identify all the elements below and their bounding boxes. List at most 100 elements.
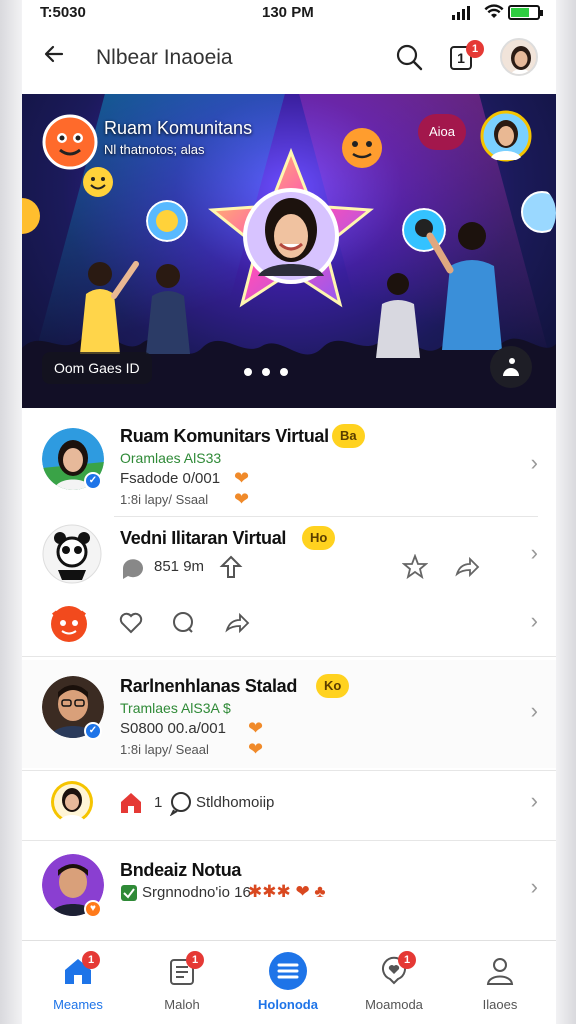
action-row: › [22,598,556,650]
nav-badge: 1 [186,951,204,969]
battery-icon [508,5,543,20]
divider [22,770,556,771]
avatar [51,781,93,824]
hero-banner[interactable]: Ruam Komunitans Nl thatnotos; alas Aioa [22,94,556,408]
nav-label: Moamoda [365,997,423,1012]
signal-icon [452,6,470,20]
item-name: Ruam Komunitars Virtual [120,426,329,446]
user-menu-button[interactable] [490,346,532,388]
nav-item-profile[interactable]: Ilaoes [460,955,540,1017]
page-title: Nlbear Inaoeia [96,46,233,69]
person-icon [486,958,514,985]
item-tag: Ho [302,526,336,550]
chevron-right-icon[interactable]: › [531,874,538,900]
item-subtitle: Oramlaes AlS33 [120,450,222,466]
chevron-right-icon[interactable]: › [531,608,538,634]
notification-badge: 1 [466,40,484,58]
mascot-sticker [42,114,98,170]
share-icon[interactable] [224,610,250,636]
chevron-right-icon[interactable]: › [531,540,538,566]
app-screen: T:5030 130 PM Nlbear Inaoeia 1 1 Ruam Ko [22,0,556,1024]
hero-subtitle: Nl thatnotos; alas [104,142,205,157]
nav-item-messages[interactable]: 1 Moamoda [354,951,434,1017]
emoji-sticker [22,198,40,234]
list-item[interactable]: 1 Stldhomoiip › [22,772,556,836]
device-edge-left [0,0,22,1024]
comment-icon[interactable] [120,556,146,582]
item-meta: Srgnnodno'io 16 [142,884,251,901]
heart-sticker-icon: ❤❤ [234,468,250,509]
emoji-sticker [521,191,556,233]
heart-sticker-icon: ❤❤ [248,718,264,759]
nav-item-center[interactable]: Holonoda [248,952,328,1017]
avatar [42,524,102,584]
item-count: 1 [154,794,163,811]
hero-title: Ruam Komunitans [104,118,253,138]
host-avatar[interactable] [480,110,532,162]
status-left-time: T:5030 [40,4,86,21]
status-clock: 130 PM [262,4,314,21]
verified-badge-icon: ✓ [84,472,102,490]
list-item[interactable]: ✓ Ruam Komunitars Virtual Ba Oramlaes Al… [22,414,556,518]
item-tag: Ba [332,424,365,448]
comment-icon[interactable] [170,610,196,636]
profile-avatar[interactable] [500,38,538,76]
divider [114,516,538,517]
emoji-sticker [146,200,188,242]
item-meta: Fsadode 0/001 [120,470,221,487]
dancer-figure [426,222,502,350]
emoji-stickers-icon: ✱✱✱ ❤ ♣ [248,882,326,901]
nav-label: Meames [53,997,103,1012]
dancer-figure [376,273,420,358]
nav-label: Ilaoes [482,997,518,1012]
item-name: Rarlnenhlanas Stalad [120,676,298,696]
item-meta-secondary: 1:8i lapy/ Ssaal [120,492,209,507]
nav-label: Holonoda [258,997,318,1012]
check-box-icon [121,885,137,901]
nav-label: Maloh [164,997,200,1012]
share-icon[interactable] [218,554,244,580]
nav-item-home[interactable]: 1 Meames [38,951,118,1017]
bottom-navigation: 1 Meames 1 Maloh Holonoda 1 Moamoda Ilao… [22,940,556,1024]
star-icon[interactable] [402,554,428,580]
dancer-figure [146,264,190,354]
emoji-sticker [83,167,113,197]
item-meta: 851 9m [154,558,205,575]
hero-chip[interactable]: Oom Gaes ID [42,352,152,384]
item-name: Bndeaiz Notua [120,860,242,880]
wifi-icon [484,4,504,24]
like-icon[interactable] [118,610,144,636]
nav-badge: 1 [398,951,416,969]
app-header: Nlbear Inaoeia 1 1 [22,30,556,88]
status-bar: T:5030 130 PM [22,0,556,28]
chevron-right-icon[interactable]: › [531,788,538,814]
dancer-figure [80,261,139,354]
item-label: Stldhomoiip [196,794,275,811]
home-icon [121,793,141,813]
item-meta: S0800 00.a/001 [120,720,226,737]
chevron-right-icon[interactable]: › [531,450,538,476]
item-meta-secondary: 1:8i lapy/ Seaal [120,742,209,757]
notification-button[interactable]: 1 1 [448,40,484,74]
list-item[interactable]: ✓ Rarlnenhlanas Stalad Ko Tramlaes AlS3A… [22,660,556,768]
divider [22,840,556,841]
hero-pill[interactable]: Aioa [418,114,466,150]
comment-icon [169,792,191,816]
mascot-icon [51,606,87,642]
nav-item-match[interactable]: 1 Maloh [142,951,222,1017]
item-subtitle: Tramlaes AlS3A $ [120,700,231,716]
search-icon[interactable] [394,42,424,72]
list-item[interactable]: ♥ Bndeaiz Notua Srgnnodno'io 16 ✱✱✱ ❤ ♣ … [22,842,556,934]
back-arrow-icon[interactable] [42,42,66,73]
device-edge-right [556,0,576,1024]
verified-badge-icon: ✓ [84,722,102,740]
list-item[interactable]: Vedni Ilitaran Virtual Ho 851 9m › [22,518,556,594]
carousel-dots[interactable] [244,368,288,376]
forward-icon[interactable] [454,554,480,580]
chevron-right-icon[interactable]: › [531,698,538,724]
item-name: Vedni Ilitaran Virtual [120,528,287,548]
menu-icon [269,952,307,990]
item-tag: Ko [316,674,350,698]
nav-badge: 1 [82,951,100,969]
divider [22,656,556,657]
